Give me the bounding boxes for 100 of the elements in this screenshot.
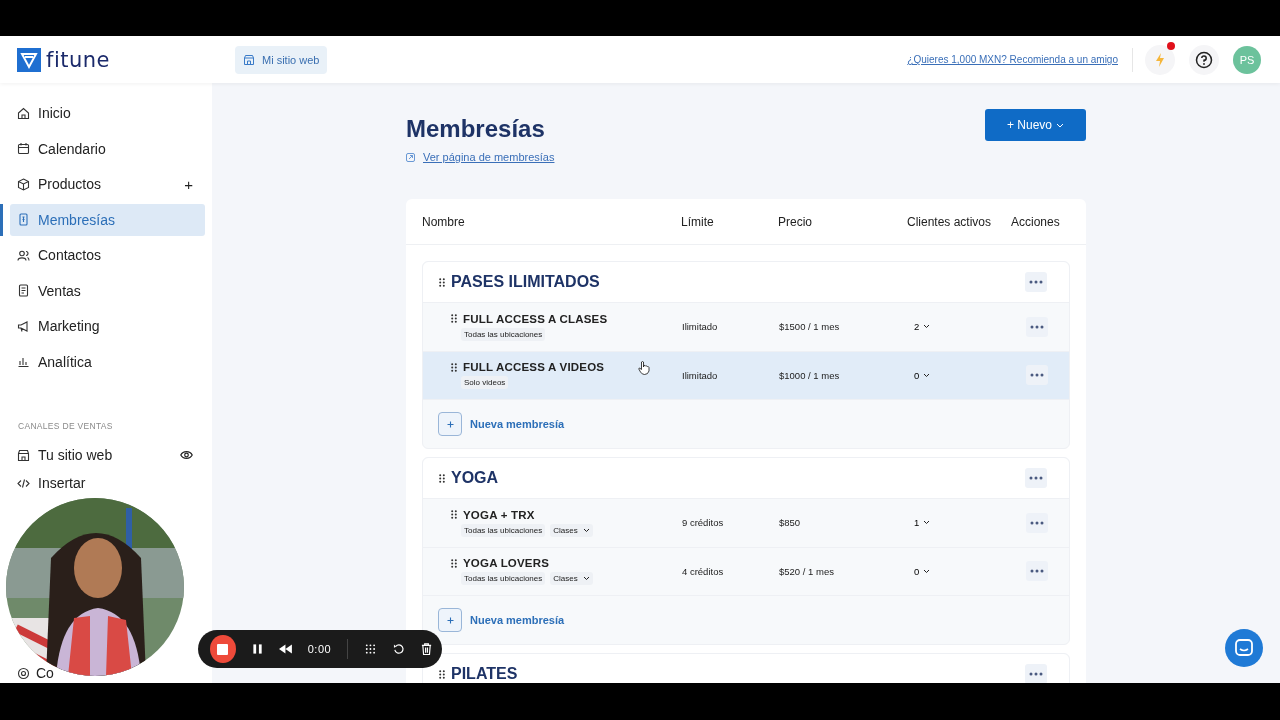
new-button[interactable]: + Nuevo [984,109,1086,141]
chevron-down-icon [923,568,931,574]
group-title: PASES ILIMITADOS [451,273,600,291]
section-title: CANALES DE VENTAS [18,421,114,431]
location-tag: Todas las ubicaciones [461,523,546,537]
contacts-icon [17,248,30,262]
site-button[interactable]: Mi sitio web [235,45,328,74]
drag-handle-icon[interactable] [439,277,445,287]
sidebar-item[interactable]: Calendario [10,132,205,165]
card-icon [17,213,30,226]
lightning-icon [1153,51,1167,68]
drag-handle-icon[interactable] [451,314,457,324]
membership-row[interactable]: FULL ACCESS A VIDEOS Solo videos Ilimitado $1000 / 1 mes 0 [423,351,1069,400]
rewind-icon[interactable] [278,644,292,654]
megaphone-icon [17,319,30,333]
price-cell-text: $520 / 1 mes [779,565,835,577]
sidebar-item[interactable]: Productos + [10,168,205,200]
code-icon [17,476,30,490]
logo-icon [17,47,41,72]
sidebar-item[interactable]: Ventas [10,274,205,307]
chat-icon [1234,638,1254,658]
more-icon [1029,280,1043,284]
sidebar-item[interactable]: Inicio [10,97,205,129]
stop-button[interactable] [210,635,236,663]
drag-handle-icon[interactable] [439,473,445,483]
membership-row[interactable]: YOGA LOVERS Todas las ubicaciones Clases 4 créditos $520 / 1 mes 0 [423,547,1069,596]
more-button[interactable] [1026,512,1048,533]
column-header: Acciones [1011,214,1061,229]
sidebar-item[interactable]: Tu sitio web [10,447,205,463]
external-link-icon [406,152,415,162]
chat-button[interactable] [1225,629,1263,667]
restart-icon[interactable] [392,642,405,656]
drag-handle-icon[interactable] [451,558,457,568]
limit-cell-text: Ilimitado [682,321,719,333]
clients-dropdown[interactable]: 1 [908,517,931,529]
more-button[interactable] [1026,561,1048,582]
more-button[interactable] [1025,468,1047,488]
column-header: Precio [778,214,813,229]
chevron-down-icon [923,324,931,330]
category-dropdown[interactable]: Clases [550,572,593,586]
chevron-down-icon [582,527,590,533]
chevron-down-icon [923,520,931,526]
price-cell-text: $1500 / 1 mes [779,321,841,333]
help-button[interactable] [1189,44,1219,75]
clients-dropdown[interactable]: 0 [908,565,931,577]
eye-icon[interactable] [180,450,193,460]
more-icon [1030,324,1044,329]
plus-icon [446,616,454,624]
price-cell-text: $850 [779,517,802,529]
chevron-down-icon [582,576,590,582]
calendar-icon [17,142,30,155]
trash-icon[interactable] [420,642,432,656]
membership-row[interactable]: YOGA + TRX Todas las ubicaciones Clases 9 créditos $850 1 [423,499,1069,548]
location-tag: Solo videos [461,376,509,390]
box-icon [17,177,30,191]
column-header: Nombre [422,214,466,229]
plus-icon [446,420,454,428]
view-page-link[interactable]: Ver página de membresías [406,151,555,163]
bolt-button[interactable] [1145,44,1175,75]
sidebar-item[interactable]: Analítica [10,345,205,378]
more-icon [1029,476,1043,480]
page-title: Membresías [406,115,546,143]
membership-row[interactable]: FULL ACCESS A CLASES Todas las ubicaciones Ilimitado $1500 / 1 mes 2 [423,303,1069,352]
price-cell-text: $1000 / 1 mes [779,369,841,381]
new-membership-link[interactable]: Nueva membresía [470,614,565,626]
more-icon [1030,569,1044,574]
more-icon [1030,520,1044,525]
recording-time: 0:00 [307,643,332,655]
more-button[interactable] [1025,272,1047,292]
drag-handle-icon[interactable] [439,669,445,679]
chart-icon [17,355,30,368]
sidebar-item[interactable]: Contactos [10,239,205,271]
add-icon[interactable]: + [184,175,193,193]
home-icon [17,106,30,120]
membership-name: YOGA LOVERS [463,557,550,570]
sidebar-item[interactable]: Insertar [10,475,205,491]
drag-handle-icon[interactable] [451,362,457,372]
category-dropdown[interactable]: Clases [550,523,593,537]
hand-cursor-icon [638,361,650,375]
group-title: YOGA [451,469,499,487]
more-button[interactable] [1026,316,1048,337]
location-tag: Todas las ubicaciones [461,327,546,341]
help-icon [1195,50,1213,69]
column-header: Clientes activos [907,214,993,229]
limit-cell-text: Ilimitado [682,369,719,381]
referral-link[interactable]: ¿Quieres 1,000 MXN? Recomienda a un amigo [907,54,1118,65]
sidebar-item[interactable]: Co [10,666,54,680]
clients-dropdown[interactable]: 2 [908,321,931,333]
chevron-down-icon [1056,122,1064,128]
clients-dropdown[interactable]: 0 [908,369,931,381]
new-membership-link[interactable]: Nueva membresía [470,418,565,430]
sidebar-item[interactable]: Marketing [10,310,205,342]
location-tag: Todas las ubicaciones [461,572,546,586]
grid-dots-icon[interactable] [364,642,377,656]
limit-cell-text: 4 créditos [682,565,725,577]
more-icon [1029,672,1043,676]
pause-icon[interactable] [251,643,263,655]
more-button[interactable] [1026,365,1048,386]
more-button[interactable] [1025,664,1047,683]
drag-handle-icon[interactable] [451,510,457,520]
